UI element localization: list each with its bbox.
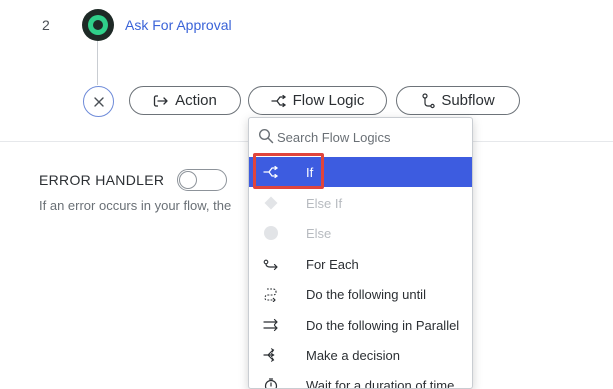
toggle-knob — [179, 171, 197, 189]
parallel-arrows-icon — [263, 318, 278, 332]
menu-item-label: If — [306, 164, 314, 180]
subflow-icon — [422, 92, 436, 108]
menu-item-if[interactable]: If — [249, 157, 472, 187]
menu-item-label: For Each — [306, 256, 359, 272]
menu-item-else: Else — [249, 218, 472, 248]
step-title-link[interactable]: Ask For Approval — [125, 17, 232, 33]
error-handler-description: If an error occurs in your flow, the — [39, 198, 232, 213]
decision-icon — [263, 348, 275, 362]
approval-step-icon — [82, 9, 114, 41]
menu-item-for-each[interactable]: For Each — [249, 249, 472, 279]
repeat-until-icon — [264, 288, 277, 302]
menu-item-parallel[interactable]: Do the following in Parallel — [249, 310, 472, 340]
action-button-label: Action — [175, 92, 217, 109]
flow-connector-line — [97, 41, 98, 85]
menu-item-decision[interactable]: Make a decision — [249, 340, 472, 370]
flow-logic-search — [249, 118, 472, 154]
circle-icon — [264, 226, 278, 240]
menu-item-label: Else — [306, 225, 332, 241]
subflow-button-label: Subflow — [441, 92, 495, 109]
action-arrow-icon — [153, 94, 168, 107]
search-icon — [258, 128, 274, 144]
loop-arrow-icon — [263, 259, 278, 271]
flow-logic-button-label: Flow Logic — [292, 92, 365, 109]
action-button[interactable]: Action — [129, 86, 241, 115]
menu-item-do-until[interactable]: Do the following until — [249, 279, 472, 309]
close-icon — [93, 96, 104, 107]
menu-item-label: Make a decision — [306, 347, 400, 363]
menu-item-wait[interactable]: Wait for a duration of time — [249, 370, 472, 389]
branch-icon — [263, 165, 278, 179]
menu-item-label: Else If — [306, 195, 343, 211]
close-add-step-button[interactable] — [83, 86, 114, 117]
branch-icon — [270, 94, 286, 107]
subflow-button[interactable]: Subflow — [396, 86, 520, 115]
flow-logic-button[interactable]: Flow Logic — [248, 86, 387, 115]
step-number: 2 — [42, 17, 50, 33]
menu-item-else-if: Else If — [249, 188, 472, 218]
error-handler-label: ERROR HANDLER — [39, 172, 165, 188]
diamond-icon — [264, 196, 278, 210]
menu-item-label: Do the following until — [306, 286, 426, 302]
flow-logic-dropdown: If Else If Else For Each — [248, 117, 473, 389]
flow-logic-search-input[interactable] — [277, 127, 462, 147]
error-handler-toggle[interactable] — [177, 169, 227, 191]
menu-item-label: Wait for a duration of time — [306, 377, 455, 389]
menu-item-label: Do the following in Parallel — [306, 317, 460, 333]
timer-icon — [264, 378, 278, 388]
